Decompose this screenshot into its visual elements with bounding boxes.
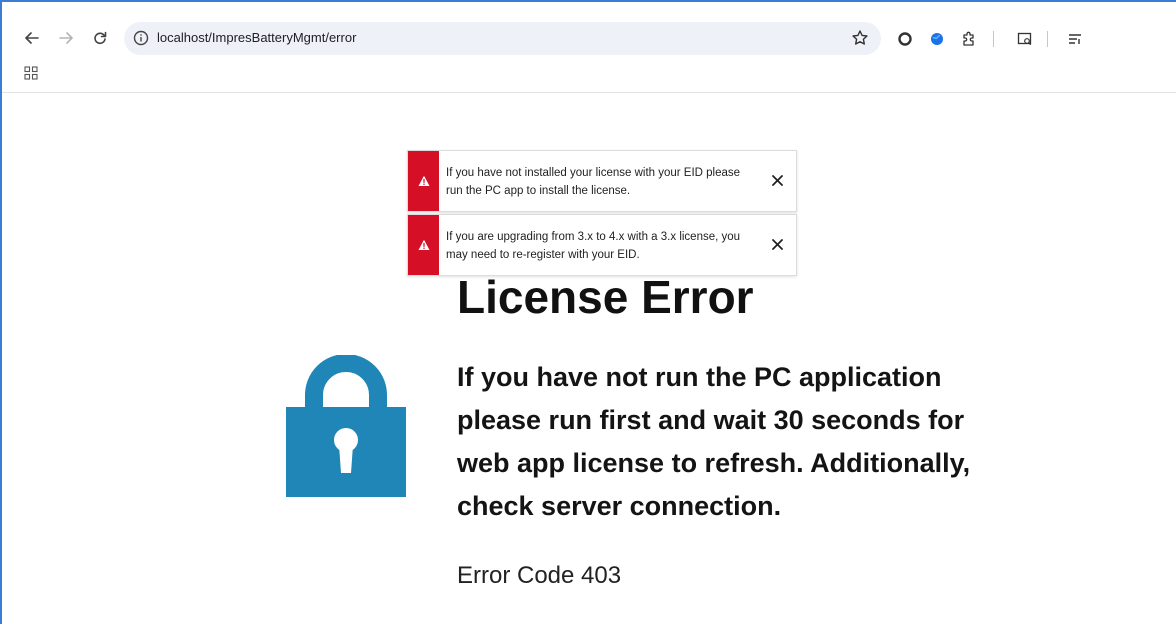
error-message: If you have not run the PC application p… bbox=[457, 362, 971, 521]
toolbar-separator bbox=[1047, 31, 1048, 47]
warning-icon bbox=[418, 239, 429, 250]
tab-search-icon[interactable] bbox=[1016, 30, 1034, 48]
bookmarks-bar bbox=[2, 56, 1176, 93]
close-icon[interactable] bbox=[768, 171, 786, 189]
back-arrow-icon[interactable] bbox=[18, 24, 46, 52]
lock-icon bbox=[286, 354, 406, 500]
puzzle-icon[interactable] bbox=[960, 30, 978, 48]
warning-icon bbox=[418, 175, 429, 186]
info-icon[interactable] bbox=[133, 30, 149, 46]
close-icon[interactable] bbox=[768, 235, 786, 253]
toast-message: If you are upgrading from 3.x to 4.x wit… bbox=[446, 231, 741, 261]
toolbar-separator bbox=[993, 31, 994, 47]
apps-grid-icon[interactable] bbox=[24, 66, 38, 80]
toast-accent bbox=[408, 151, 439, 211]
browser-toolbar: localhost/ImpresBatteryMgmt/error bbox=[2, 2, 1176, 56]
reading-list-icon[interactable] bbox=[1066, 30, 1084, 48]
forward-arrow-icon[interactable] bbox=[52, 24, 80, 52]
extension-circle-icon[interactable] bbox=[896, 30, 914, 48]
error-code: Error Code 403 bbox=[457, 562, 622, 589]
page-title: License Error bbox=[457, 271, 754, 323]
toast-license-install: If you have not installed your license w… bbox=[407, 150, 797, 212]
toast-accent bbox=[408, 215, 439, 275]
globe-extension-icon[interactable] bbox=[928, 30, 946, 48]
url-text[interactable]: localhost/ImpresBatteryMgmt/error bbox=[157, 30, 356, 45]
toast-upgrade-notice: If you are upgrading from 3.x to 4.x wit… bbox=[407, 214, 797, 276]
reload-icon[interactable] bbox=[86, 24, 114, 52]
star-icon[interactable] bbox=[851, 29, 869, 47]
toast-message: If you have not installed your license w… bbox=[446, 167, 741, 197]
address-bar[interactable]: localhost/ImpresBatteryMgmt/error bbox=[124, 22, 881, 55]
